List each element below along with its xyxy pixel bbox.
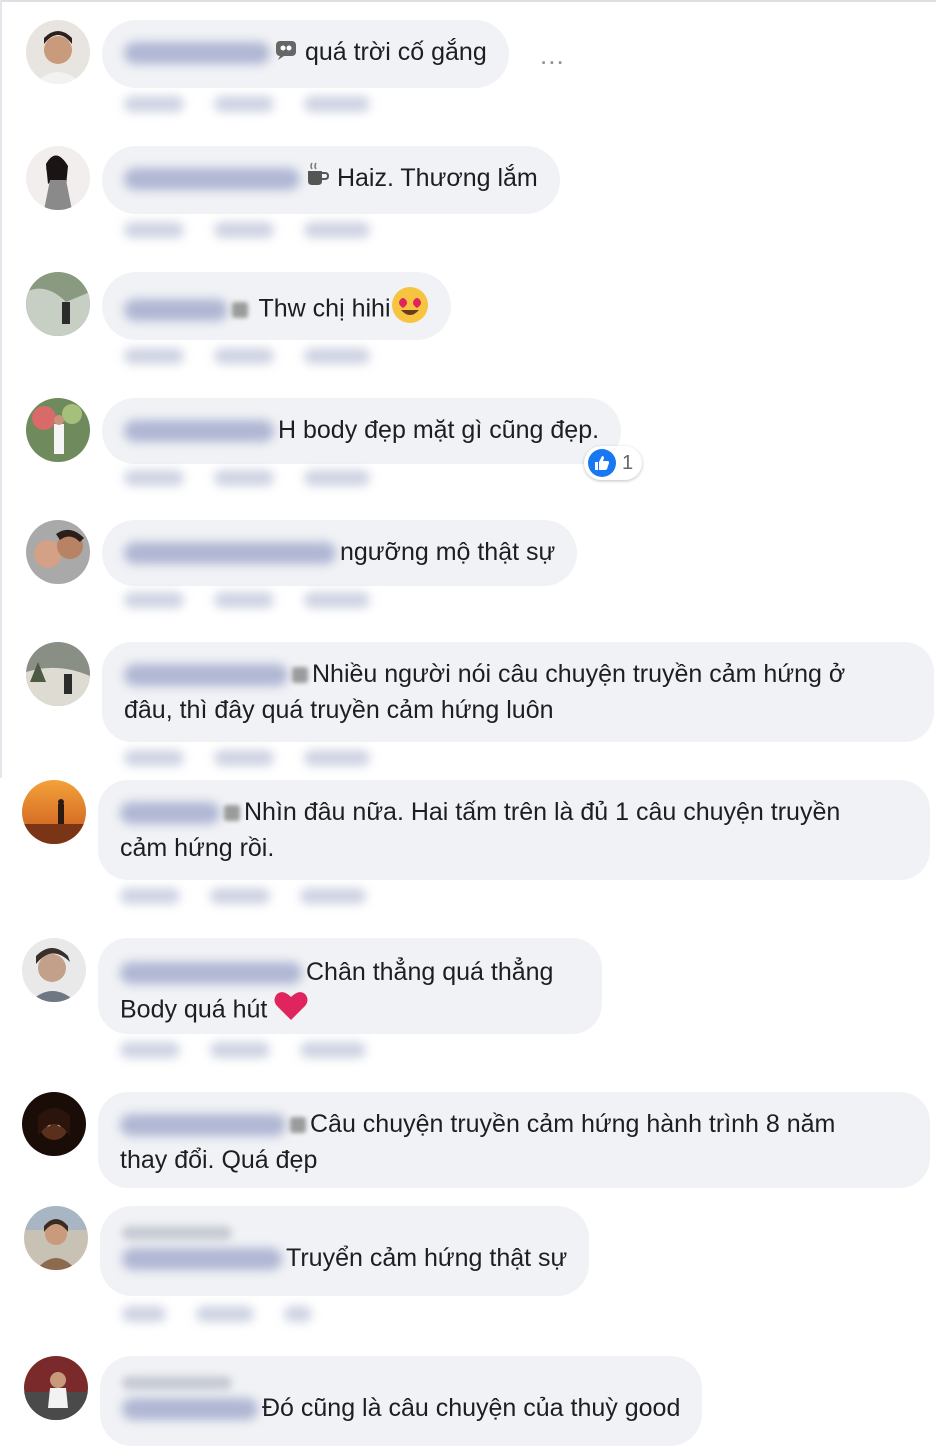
badge-icon bbox=[292, 667, 308, 684]
comment-actions[interactable] bbox=[124, 96, 370, 112]
author-name[interactable] bbox=[120, 802, 220, 825]
comment-bubble: Đó cũng là câu chuyện của thuỳ good bbox=[100, 1356, 703, 1446]
comment-bubble: ngưỡng mộ thật sự bbox=[102, 520, 578, 586]
comment-bubble: Nhiều người nói câu chuyện truyền cảm hứ… bbox=[102, 642, 934, 742]
comment-text: Haiz. Thương lắm bbox=[336, 164, 538, 192]
avatar[interactable] bbox=[22, 1092, 86, 1156]
comment-actions[interactable] bbox=[124, 348, 370, 364]
comment-bubble: Câu chuyện truyền cảm hứng hành trình 8 … bbox=[98, 1092, 930, 1188]
like-icon bbox=[588, 449, 616, 477]
top-divider bbox=[0, 0, 936, 2]
avatar[interactable] bbox=[24, 1356, 88, 1420]
author-name[interactable] bbox=[124, 664, 288, 687]
comment-text: Đó cũng là câu chuyện của thuỳ good bbox=[262, 1394, 681, 1422]
comment-bubble: Truyển cảm hứng thật sự bbox=[100, 1206, 590, 1296]
comment-text: Truyển cảm hứng thật sự bbox=[286, 1244, 568, 1272]
comment-actions[interactable] bbox=[120, 888, 366, 904]
avatar[interactable] bbox=[26, 20, 90, 84]
comment-text-line-2: Body quá hút bbox=[120, 995, 268, 1024]
comment-text-line-2: đâu, thì đây quá truyền cảm hứng luôn bbox=[124, 696, 554, 724]
author-name[interactable] bbox=[124, 299, 228, 321]
author-name[interactable] bbox=[122, 1248, 282, 1271]
comment-actions[interactable] bbox=[124, 222, 370, 238]
author-name[interactable] bbox=[122, 1398, 258, 1421]
thread-line bbox=[0, 0, 2, 778]
sticker-icon bbox=[274, 35, 298, 71]
comment-text-line-1: Nhiều người nói câu chuyện truyền cảm hứ… bbox=[312, 660, 846, 688]
comment-bubble: Thw chị hihi bbox=[102, 272, 451, 340]
red-heart-icon bbox=[274, 990, 308, 1032]
avatar[interactable] bbox=[26, 520, 90, 584]
comment-text: ngưỡng mộ thật sự bbox=[340, 538, 556, 566]
comment-text-line-1: Chân thẳng quá thẳng bbox=[306, 958, 554, 986]
comment-text-line-2: thay đổi. Quá đẹp bbox=[120, 1146, 318, 1174]
comment-bubble: Haiz. Thương lắm bbox=[102, 146, 560, 214]
comment-actions[interactable] bbox=[124, 750, 370, 766]
reaction-summary[interactable]: 1 bbox=[584, 446, 643, 480]
comment-actions[interactable] bbox=[120, 1042, 366, 1058]
comment-text-line-1: Nhìn đâu nữa. Hai tấm trên là đủ 1 câu c… bbox=[244, 798, 841, 826]
avatar[interactable] bbox=[26, 272, 90, 336]
comment-actions[interactable] bbox=[124, 592, 370, 608]
comment-text: Thw chị hihi bbox=[258, 294, 391, 323]
comment-bubble: Chân thẳng quá thẳng Body quá hút bbox=[98, 938, 602, 1034]
comment-text: quá trời cố gắng bbox=[304, 38, 487, 66]
author-name[interactable] bbox=[120, 1114, 286, 1137]
comment-actions[interactable] bbox=[124, 470, 370, 486]
heart-eyes-emoji-icon bbox=[391, 286, 429, 334]
author-name[interactable] bbox=[124, 420, 274, 443]
avatar[interactable] bbox=[26, 642, 90, 706]
coffee-icon bbox=[304, 161, 330, 197]
badge-icon bbox=[290, 1117, 306, 1134]
reply-tag bbox=[122, 1214, 567, 1241]
avatar[interactable] bbox=[22, 938, 86, 1002]
comment-bubble: quá trời cố gắng bbox=[102, 20, 509, 88]
author-name[interactable] bbox=[124, 542, 336, 565]
comment-bubble: Nhìn đâu nữa. Hai tấm trên là đủ 1 câu c… bbox=[98, 780, 930, 880]
comment-text-line-2: cảm hứng rồi. bbox=[120, 834, 275, 862]
avatar[interactable] bbox=[26, 146, 90, 210]
badge-icon bbox=[224, 805, 240, 822]
badge-icon bbox=[232, 302, 248, 318]
avatar[interactable] bbox=[22, 780, 86, 844]
more-options-icon[interactable]: ... bbox=[540, 42, 565, 68]
reaction-count: 1 bbox=[622, 451, 634, 474]
avatar[interactable] bbox=[24, 1206, 88, 1270]
author-name[interactable] bbox=[124, 42, 270, 65]
avatar[interactable] bbox=[26, 398, 90, 462]
author-name[interactable] bbox=[120, 962, 302, 985]
comment-bubble: H body đẹp mặt gì cũng đẹp. bbox=[102, 398, 622, 464]
comment-actions[interactable] bbox=[122, 1306, 312, 1322]
author-name[interactable] bbox=[124, 168, 300, 191]
reply-tag bbox=[122, 1364, 680, 1391]
comment-text-line-1: Câu chuyện truyền cảm hứng hành trình 8 … bbox=[310, 1110, 836, 1138]
comment-text: H body đẹp mặt gì cũng đẹp. bbox=[278, 416, 600, 444]
